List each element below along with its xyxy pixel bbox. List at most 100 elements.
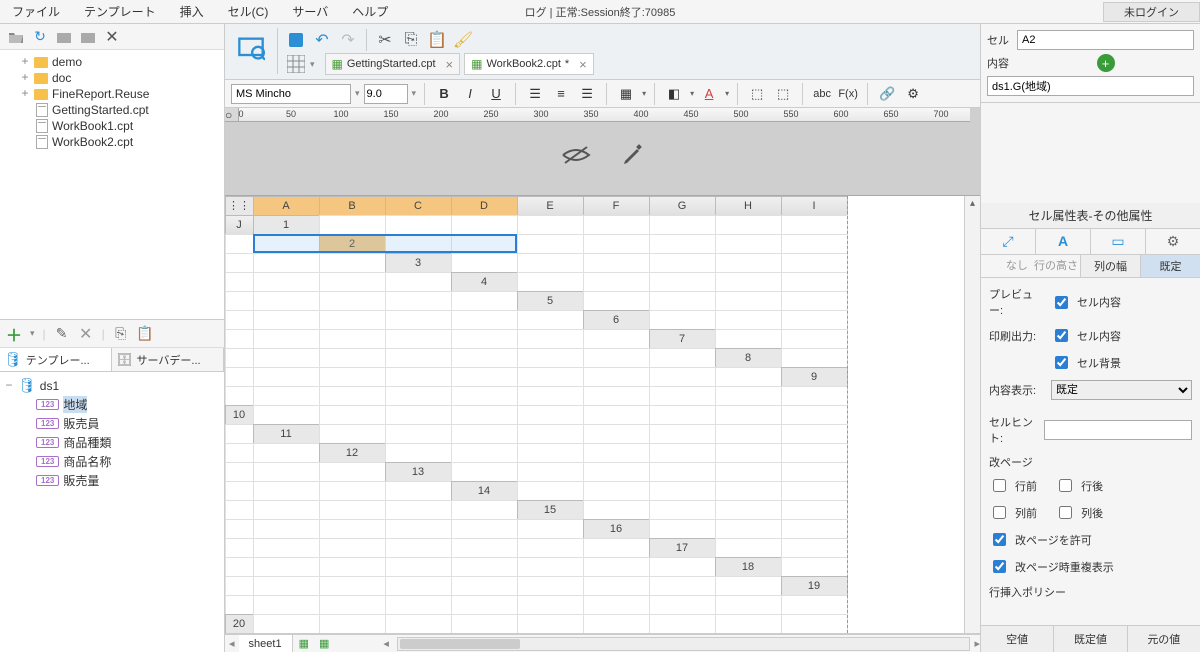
cell[interactable] xyxy=(253,443,320,463)
cell[interactable] xyxy=(319,424,386,444)
cell[interactable] xyxy=(715,310,782,330)
cell[interactable] xyxy=(649,310,716,330)
row-header[interactable]: 16 xyxy=(583,519,650,539)
row-header[interactable]: 17 xyxy=(649,538,716,558)
cell[interactable] xyxy=(225,538,254,558)
cell[interactable] xyxy=(517,557,584,577)
col-header[interactable]: C xyxy=(385,196,452,216)
open-folder-icon[interactable] xyxy=(8,29,24,45)
cell[interactable] xyxy=(253,538,320,558)
cell[interactable] xyxy=(451,557,518,577)
cell[interactable] xyxy=(319,614,386,634)
cell[interactable] xyxy=(451,386,518,406)
add-sheet-icon[interactable]: ▦ xyxy=(293,637,315,650)
cell[interactable] xyxy=(451,500,518,520)
cell[interactable] xyxy=(583,576,650,596)
cell[interactable] xyxy=(517,595,584,615)
cell[interactable] xyxy=(225,595,254,615)
abc-button[interactable]: abc xyxy=(811,83,833,105)
cell[interactable] xyxy=(225,576,254,596)
cell[interactable] xyxy=(319,405,386,425)
refresh-icon[interactable]: ↻ xyxy=(32,29,48,45)
grid-dropdown[interactable]: ▾ xyxy=(310,59,315,70)
menu-server[interactable]: サーバ xyxy=(280,0,340,24)
folder-demo[interactable]: +demo xyxy=(2,54,222,70)
cell[interactable] xyxy=(451,519,518,539)
row-header[interactable]: 6 xyxy=(583,310,650,330)
spreadsheet-grid[interactable]: ⋮⋮ABCDEFGHIJ1234567891011121314151617181… xyxy=(225,196,980,634)
cell[interactable] xyxy=(781,215,848,235)
cell[interactable] xyxy=(385,291,452,311)
cell[interactable] xyxy=(649,614,716,634)
cell[interactable] xyxy=(225,386,254,406)
vertical-scrollbar[interactable]: ▴ xyxy=(964,196,980,633)
cell[interactable] xyxy=(583,557,650,577)
align-right-button[interactable]: ☰ xyxy=(576,83,598,105)
row-header[interactable]: 7 xyxy=(649,329,716,349)
cell[interactable] xyxy=(583,329,650,349)
cell[interactable] xyxy=(649,215,716,235)
cell[interactable] xyxy=(385,348,452,368)
tab-template-ds[interactable]: 🛢テンプレー... xyxy=(0,348,112,371)
cell[interactable] xyxy=(649,291,716,311)
cell[interactable] xyxy=(451,443,518,463)
delete-icon[interactable]: ✕ xyxy=(104,29,120,45)
row-header[interactable]: 18 xyxy=(715,557,782,577)
cell[interactable] xyxy=(781,500,848,520)
cell[interactable] xyxy=(517,253,584,273)
cell[interactable] xyxy=(715,291,782,311)
cell[interactable] xyxy=(517,348,584,368)
horizontal-scrollbar[interactable] xyxy=(397,637,971,651)
ds-field[interactable]: 123地域 xyxy=(2,395,222,414)
cell[interactable] xyxy=(517,424,584,444)
cell[interactable] xyxy=(225,633,254,635)
cell[interactable] xyxy=(781,348,848,368)
col-header[interactable]: A xyxy=(253,196,320,216)
row-header[interactable]: 10 xyxy=(225,405,254,425)
defaultval-button[interactable]: 既定値 xyxy=(1054,626,1127,652)
cell[interactable] xyxy=(225,367,254,387)
row-header[interactable]: 20 xyxy=(225,614,254,634)
origval-button[interactable]: 元の値 xyxy=(1128,626,1200,652)
cell[interactable] xyxy=(253,500,320,520)
cell[interactable] xyxy=(517,386,584,406)
col-header[interactable]: E xyxy=(517,196,584,216)
cell[interactable] xyxy=(583,614,650,634)
row-header[interactable]: 3 xyxy=(385,253,452,273)
file-gettingstarted[interactable]: GettingStarted.cpt xyxy=(2,102,222,118)
cell[interactable] xyxy=(451,462,518,482)
italic-button[interactable]: I xyxy=(459,83,481,105)
border-button[interactable]: ▦ xyxy=(615,83,637,105)
hyperlink-button[interactable]: 🔗 xyxy=(876,83,898,105)
cell[interactable] xyxy=(517,519,584,539)
cell[interactable] xyxy=(649,234,716,254)
cell[interactable] xyxy=(253,595,320,615)
cell[interactable] xyxy=(781,272,848,292)
cell[interactable] xyxy=(715,405,782,425)
repeat-pagebreak-check[interactable] xyxy=(993,560,1006,573)
menu-template[interactable]: テンプレート xyxy=(72,0,168,24)
cell[interactable] xyxy=(649,424,716,444)
cell[interactable] xyxy=(715,443,782,463)
col-header[interactable]: B xyxy=(319,196,386,216)
cell[interactable] xyxy=(225,462,254,482)
cell-address-input[interactable] xyxy=(1017,30,1194,50)
cell[interactable] xyxy=(517,272,584,292)
cell[interactable] xyxy=(715,462,782,482)
cell[interactable] xyxy=(715,386,782,406)
cell[interactable] xyxy=(715,538,782,558)
cell[interactable] xyxy=(583,424,650,444)
cell[interactable] xyxy=(319,386,386,406)
cell[interactable] xyxy=(385,443,452,463)
cell[interactable] xyxy=(253,272,320,292)
cell[interactable] xyxy=(517,443,584,463)
cell[interactable] xyxy=(319,481,386,501)
cell[interactable] xyxy=(649,557,716,577)
folder-icon[interactable] xyxy=(56,29,72,45)
allow-pagebreak-check[interactable] xyxy=(993,533,1006,546)
cell[interactable] xyxy=(253,481,320,501)
cell[interactable] xyxy=(583,481,650,501)
cell[interactable] xyxy=(781,557,848,577)
undo-button[interactable]: ↶ xyxy=(310,28,334,52)
align-left-button[interactable]: ☰ xyxy=(524,83,546,105)
